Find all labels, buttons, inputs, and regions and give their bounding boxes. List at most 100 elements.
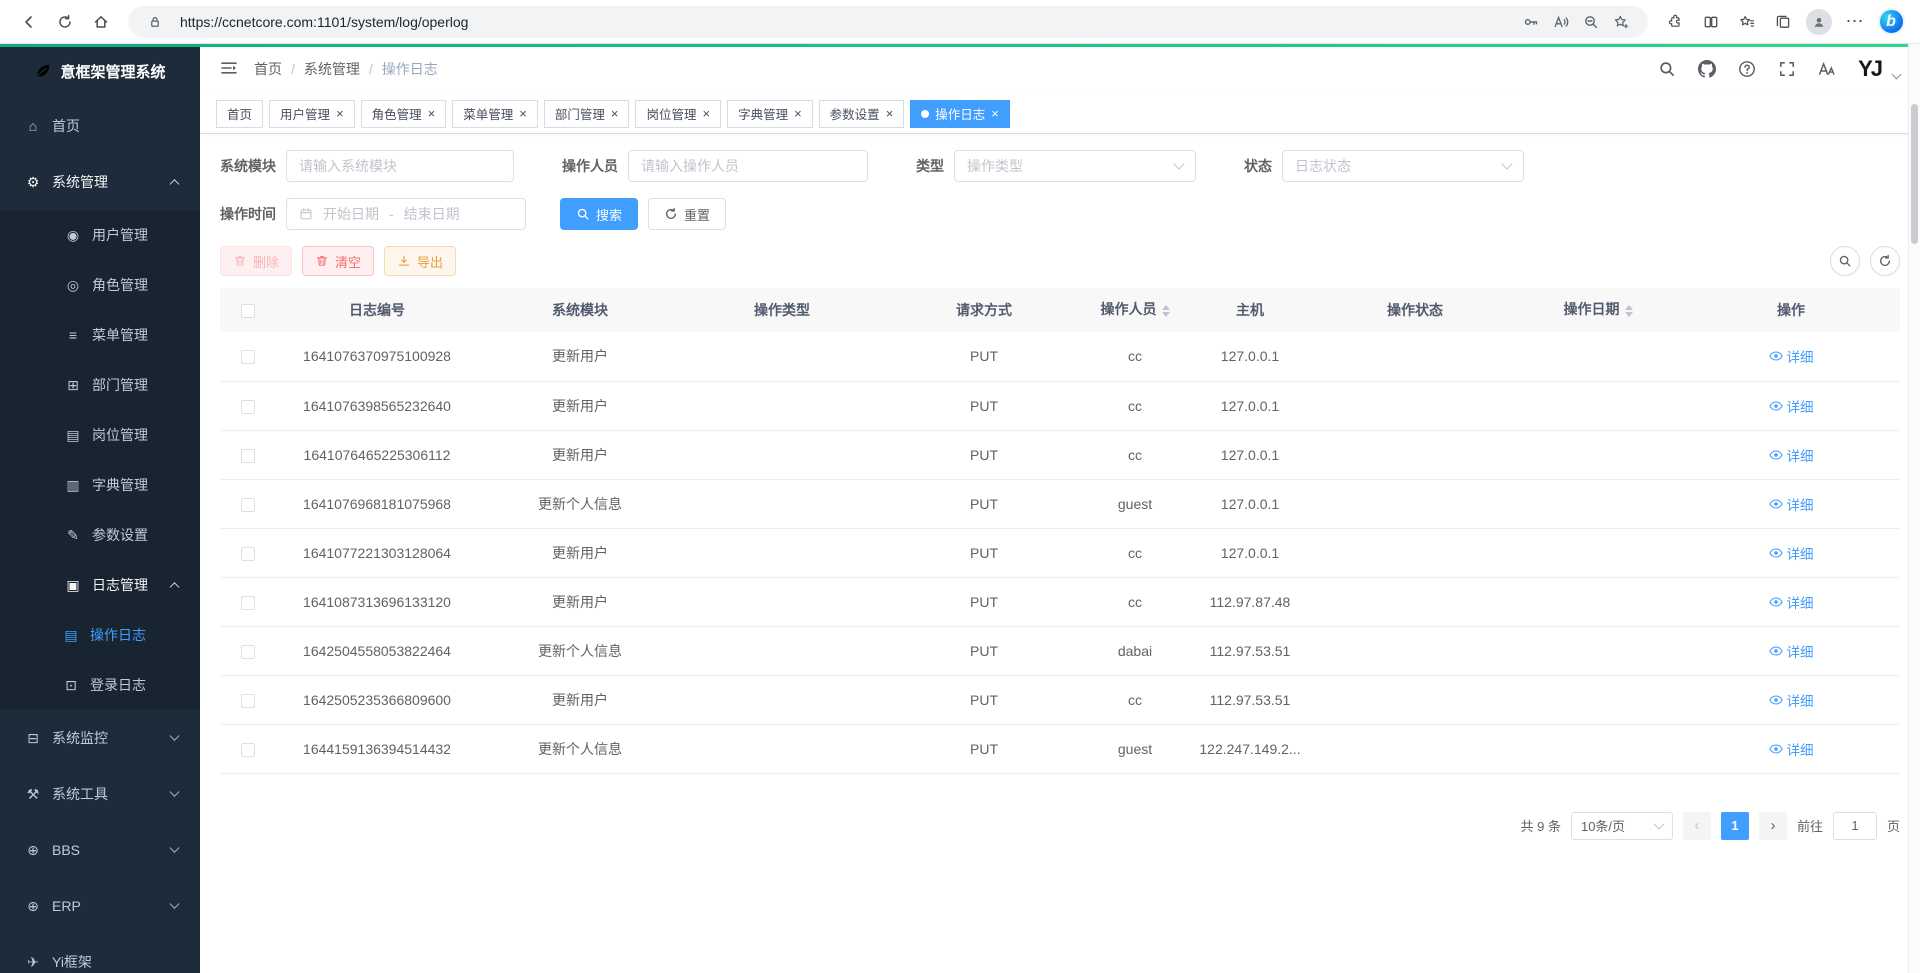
row-checkbox[interactable] [241,645,255,659]
sidebar-item-角色管理[interactable]: ◎ 角色管理 [0,260,200,310]
sidebar-item-日志管理[interactable]: ▣ 日志管理 [0,560,200,610]
sort-desc-icon[interactable] [1625,312,1633,321]
sort-caret[interactable] [1625,301,1633,321]
sidebar-item-用户管理[interactable]: ◉ 用户管理 [0,210,200,260]
sidebar-item-参数设置[interactable]: ✎ 参数设置 [0,510,200,560]
row-checkbox[interactable] [241,400,255,414]
clear-button[interactable]: 清空 [302,246,374,276]
sidebar-item-部门管理[interactable]: ⊞ 部门管理 [0,360,200,410]
tab-用户管理[interactable]: 用户管理 × [269,100,355,128]
detail-link[interactable]: 详细 [1769,690,1814,710]
password-key-icon[interactable] [1516,8,1546,36]
sidebar-item-系统管理[interactable]: ⚙ 系统管理 [0,154,200,210]
tab-close-icon[interactable]: × [336,107,344,120]
help-icon[interactable] [1738,60,1756,78]
sidebar-item-系统监控[interactable]: ⊟ 系统监控 [0,710,200,766]
favorites-icon[interactable] [1730,5,1764,39]
tab-close-icon[interactable]: × [991,107,999,120]
address-bar[interactable]: https://ccnetcore.com:1101/system/log/op… [128,6,1648,38]
sidebar-item-菜单管理[interactable]: ≡ 菜单管理 [0,310,200,360]
user-avatar-logo[interactable]: YJ [1858,56,1881,82]
sort-asc-icon[interactable] [1625,301,1633,310]
tab-close-icon[interactable]: × [794,107,802,120]
tab-菜单管理[interactable]: 菜单管理 × [452,100,538,128]
sidebar-item-系统工具[interactable]: ⚒ 系统工具 [0,766,200,822]
tab-close-icon[interactable]: × [519,107,527,120]
sort-caret[interactable] [1162,301,1170,321]
fullscreen-icon[interactable] [1778,60,1796,78]
breadcrumb-item-系统管理[interactable]: 系统管理 [304,59,360,79]
breadcrumb-item-首页[interactable]: 首页 [254,59,282,79]
prev-page-button[interactable]: ‹ [1683,812,1711,840]
collections-icon[interactable] [1766,5,1800,39]
detail-link[interactable]: 详细 [1769,592,1814,612]
detail-link[interactable]: 详细 [1769,543,1814,563]
detail-link[interactable]: 详细 [1769,739,1814,759]
tab-close-icon[interactable]: × [702,107,710,120]
tab-操作日志[interactable]: 操作日志 × [910,100,1010,128]
detail-link[interactable]: 详细 [1769,445,1814,465]
tab-角色管理[interactable]: 角色管理 × [361,100,447,128]
row-checkbox[interactable] [241,449,255,463]
detail-link[interactable]: 详细 [1769,494,1814,514]
detail-link[interactable]: 详细 [1769,641,1814,661]
scrollbar-thumb[interactable] [1911,104,1918,244]
sidebar-item-岗位管理[interactable]: ▤ 岗位管理 [0,410,200,460]
sidebar-item-首页[interactable]: ⌂ 首页 [0,98,200,154]
tab-首页[interactable]: 首页 [216,100,263,128]
row-checkbox[interactable] [241,498,255,512]
tab-close-icon[interactable]: × [611,107,619,120]
delete-button[interactable]: 删除 [220,246,292,276]
tab-字典管理[interactable]: 字典管理 × [727,100,813,128]
zoom-out-icon[interactable] [1576,8,1606,36]
tab-close-icon[interactable]: × [428,107,436,120]
operator-input[interactable] [628,150,868,182]
sidebar-item-操作日志[interactable]: ▤ 操作日志 [0,610,200,660]
split-screen-icon[interactable] [1694,5,1728,39]
select-all-checkbox[interactable] [241,304,255,318]
next-page-button[interactable]: › [1759,812,1787,840]
tab-close-icon[interactable]: × [886,107,894,120]
sidebar-item-字典管理[interactable]: ▥ 字典管理 [0,460,200,510]
sidebar-item-ERP[interactable]: ⊕ ERP [0,878,200,934]
column-header-操作日期[interactable]: 操作日期 [1514,288,1682,332]
column-header-操作人员[interactable]: 操作人员 [1086,288,1184,332]
sidebar-item-Yi框架[interactable]: ✈ Yi框架 [0,934,200,973]
status-select[interactable]: 日志状态 [1282,150,1524,182]
module-input[interactable] [286,150,514,182]
sidebar-item-登录日志[interactable]: ⊡ 登录日志 [0,660,200,710]
font-size-icon[interactable] [1818,60,1836,78]
read-aloud-icon[interactable] [1546,8,1576,36]
add-favorite-star-icon[interactable] [1606,8,1636,36]
sort-desc-icon[interactable] [1162,312,1170,321]
refresh-table-button[interactable] [1870,246,1900,276]
tab-岗位管理[interactable]: 岗位管理 × [635,100,721,128]
row-checkbox[interactable] [241,743,255,757]
url-text[interactable]: https://ccnetcore.com:1101/system/log/op… [180,14,1506,30]
tab-参数设置[interactable]: 参数设置 × [819,100,905,128]
bing-icon[interactable]: b [1874,5,1908,39]
browser-more-icon[interactable]: ⋯ [1838,5,1872,39]
sidebar-item-BBS[interactable]: ⊕ BBS [0,822,200,878]
browser-home-button[interactable] [84,5,118,39]
row-checkbox[interactable] [241,350,255,364]
reset-button[interactable]: 重置 [648,198,726,230]
header-search-icon[interactable] [1658,60,1676,78]
extensions-icon[interactable] [1658,5,1692,39]
type-select[interactable]: 操作类型 [954,150,1196,182]
page-size-select[interactable]: 10条/页 [1571,812,1673,840]
row-checkbox[interactable] [241,547,255,561]
search-button[interactable]: 搜索 [560,198,638,230]
row-checkbox[interactable] [241,694,255,708]
hide-search-button[interactable] [1830,246,1860,276]
site-lock-icon[interactable] [140,8,170,36]
profile-avatar[interactable] [1802,5,1836,39]
sidebar-toggle-icon[interactable] [220,59,238,80]
date-range-picker[interactable]: 开始日期 - 结束日期 [286,198,526,230]
detail-link[interactable]: 详细 [1769,346,1814,366]
current-page[interactable]: 1 [1721,812,1749,840]
detail-link[interactable]: 详细 [1769,396,1814,416]
export-button[interactable]: 导出 [384,246,456,276]
browser-back-button[interactable] [12,5,46,39]
github-icon[interactable] [1698,60,1716,78]
